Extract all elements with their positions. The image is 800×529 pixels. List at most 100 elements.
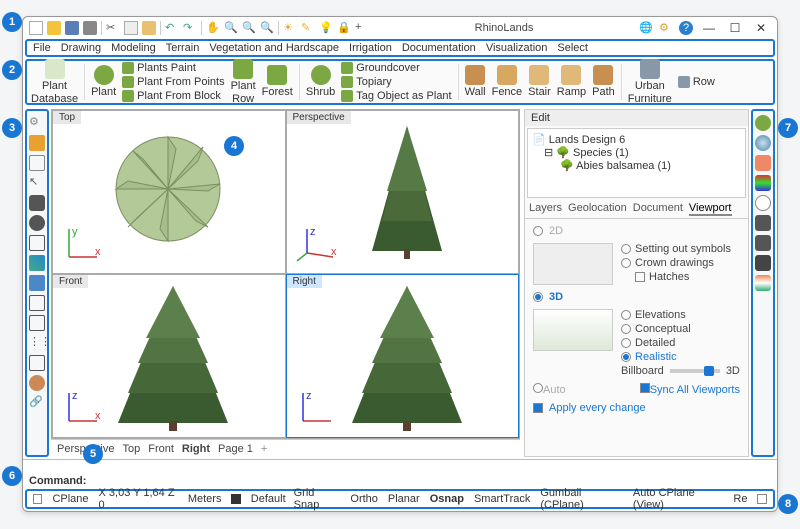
tree-root[interactable]: 📄 Lands Design 6	[532, 133, 741, 146]
ribbon-plant-database[interactable]: Plant Database	[31, 59, 78, 104]
viewport-top[interactable]: Top xy	[52, 110, 286, 274]
ribbon-groundcover[interactable]: Groundcover	[341, 62, 451, 74]
menu-terrain[interactable]: Terrain	[166, 42, 200, 54]
status-gumball[interactable]: Gumball (CPlane)	[540, 487, 623, 511]
radio-elevations[interactable]	[621, 310, 631, 320]
help-icon[interactable]: ?	[679, 21, 693, 35]
tool-link-icon[interactable]: 🔗	[29, 395, 45, 411]
menu-irrigation[interactable]: Irrigation	[349, 42, 392, 54]
ribbon-fence[interactable]: Fence	[492, 65, 523, 98]
plus-icon[interactable]: +	[355, 21, 369, 35]
tool-dots-icon[interactable]: ⋮⋮	[29, 335, 45, 351]
tab-layers[interactable]: Layers	[529, 202, 562, 216]
tool-edge-icon[interactable]	[29, 235, 45, 251]
rtool-layers-icon[interactable]	[755, 175, 771, 191]
light-icon[interactable]: 💡	[319, 21, 333, 35]
menu-drawing[interactable]: Drawing	[61, 42, 101, 54]
status-ortho[interactable]: Ortho	[350, 493, 378, 505]
viewport-front-label[interactable]: Front	[53, 275, 88, 288]
minimize-button[interactable]: —	[699, 20, 719, 36]
viewport-top-label[interactable]: Top	[53, 111, 81, 124]
ribbon-forest[interactable]: Forest	[262, 65, 293, 98]
ribbon-plant-row[interactable]: Plant Row	[231, 59, 256, 104]
rtool-camera-icon[interactable]	[755, 255, 771, 271]
menu-documentation[interactable]: Documentation	[402, 42, 476, 54]
status-smarttrack[interactable]: SmartTrack	[474, 493, 530, 505]
status-end-icon[interactable]	[757, 494, 767, 504]
lock-icon[interactable]: 🔒	[337, 21, 351, 35]
viewport-right[interactable]: Right z	[286, 274, 520, 438]
vptab-top[interactable]: Top	[122, 443, 140, 455]
ribbon-tag-object[interactable]: Tag Object as Plant	[341, 90, 451, 102]
tab-viewport[interactable]: Viewport	[689, 202, 732, 216]
copy-icon[interactable]	[124, 21, 138, 35]
command-area[interactable]: Command:	[23, 459, 777, 489]
ribbon-plant-from-points[interactable]: Plant From Points	[122, 76, 224, 88]
radio-realistic[interactable]	[621, 352, 631, 362]
status-gridsnap[interactable]: Grid Snap	[294, 487, 341, 511]
tool-lands-icon[interactable]	[29, 135, 45, 151]
render-icon[interactable]: ☀	[283, 21, 297, 35]
status-re[interactable]: Re	[733, 493, 747, 505]
paint-icon[interactable]: ✎	[301, 21, 315, 35]
viewport-perspective-label[interactable]: Perspective	[287, 111, 351, 124]
tool-sphere-icon[interactable]	[29, 215, 45, 231]
viewport-perspective[interactable]: Perspective xz	[286, 110, 520, 274]
redo-icon[interactable]: ↷	[183, 21, 197, 35]
zoomwin-icon[interactable]: 🔍	[260, 21, 274, 35]
rtool-props-icon[interactable]	[755, 195, 771, 211]
save-icon[interactable]	[65, 21, 79, 35]
zoomext-icon[interactable]: 🔍	[242, 21, 256, 35]
rtool-lands-icon[interactable]	[755, 115, 771, 131]
status-units[interactable]: Meters	[188, 493, 222, 505]
tool-ball-icon[interactable]	[29, 375, 45, 391]
status-layer-swatch[interactable]	[231, 494, 240, 504]
maximize-button[interactable]: ☐	[725, 20, 745, 36]
vptab-add[interactable]: +	[261, 443, 267, 455]
ribbon-plant[interactable]: Plant	[91, 65, 116, 98]
tool-cube-icon[interactable]	[29, 275, 45, 291]
viewport-front[interactable]: Front xz	[52, 274, 286, 438]
status-autocplane[interactable]: Auto CPlane (View)	[633, 487, 723, 511]
tool-stair-icon[interactable]	[29, 355, 45, 371]
tool-column-icon[interactable]	[29, 295, 45, 311]
undo-icon[interactable]: ↶	[165, 21, 179, 35]
menu-visualization[interactable]: Visualization	[486, 42, 548, 54]
browser-icon[interactable]: 🌐	[639, 21, 653, 35]
status-cplane[interactable]: CPlane	[52, 493, 88, 505]
ribbon-shrub[interactable]: Shrub	[306, 65, 335, 98]
ribbon-topiary[interactable]: Topiary	[341, 76, 451, 88]
menu-select[interactable]: Select	[557, 42, 588, 54]
ribbon-urban-furniture[interactable]: Urban Furniture	[628, 59, 672, 104]
close-button[interactable]: ✕	[751, 20, 771, 36]
rtool-globe-icon[interactable]	[755, 135, 771, 151]
slider-billboard[interactable]	[670, 369, 720, 373]
vptab-front[interactable]: Front	[148, 443, 174, 455]
ribbon-wall[interactable]: Wall	[465, 65, 486, 98]
status-osnap[interactable]: Osnap	[430, 493, 464, 505]
rtool-screen2-icon[interactable]	[755, 235, 771, 251]
viewport-right-label[interactable]: Right	[287, 275, 322, 288]
rtool-flag-icon[interactable]	[755, 275, 771, 291]
tool-box-icon[interactable]	[29, 155, 45, 171]
rtool-screen-icon[interactable]	[755, 215, 771, 231]
chk-sync[interactable]	[640, 383, 650, 393]
ribbon-ramp[interactable]: Ramp	[557, 65, 586, 98]
radio-auto[interactable]	[533, 383, 543, 393]
status-layer[interactable]: Default	[251, 493, 286, 505]
edit-tree[interactable]: 📄 Lands Design 6 ⊟ 🌳 Species (1) 🌳 Abies…	[527, 128, 746, 198]
ribbon-plants-paint[interactable]: Plants Paint	[122, 62, 224, 74]
cut-icon[interactable]: ✂	[106, 21, 120, 35]
ribbon-plant-from-block[interactable]: Plant From Block	[122, 90, 224, 102]
vptab-page1[interactable]: Page 1	[218, 443, 253, 455]
radio-conceptual[interactable]	[621, 324, 631, 334]
chk-apply[interactable]	[533, 403, 543, 413]
pan-icon[interactable]: ✋	[206, 21, 220, 35]
radio-3d[interactable]	[533, 292, 543, 302]
new-icon[interactable]	[29, 21, 43, 35]
tree-item[interactable]: 🌳 Abies balsamea (1)	[532, 159, 741, 172]
ribbon-path[interactable]: Path	[592, 65, 615, 98]
gear-icon[interactable]: ⚙	[659, 21, 673, 35]
print-icon[interactable]	[83, 21, 97, 35]
menu-file[interactable]: File	[33, 42, 51, 54]
